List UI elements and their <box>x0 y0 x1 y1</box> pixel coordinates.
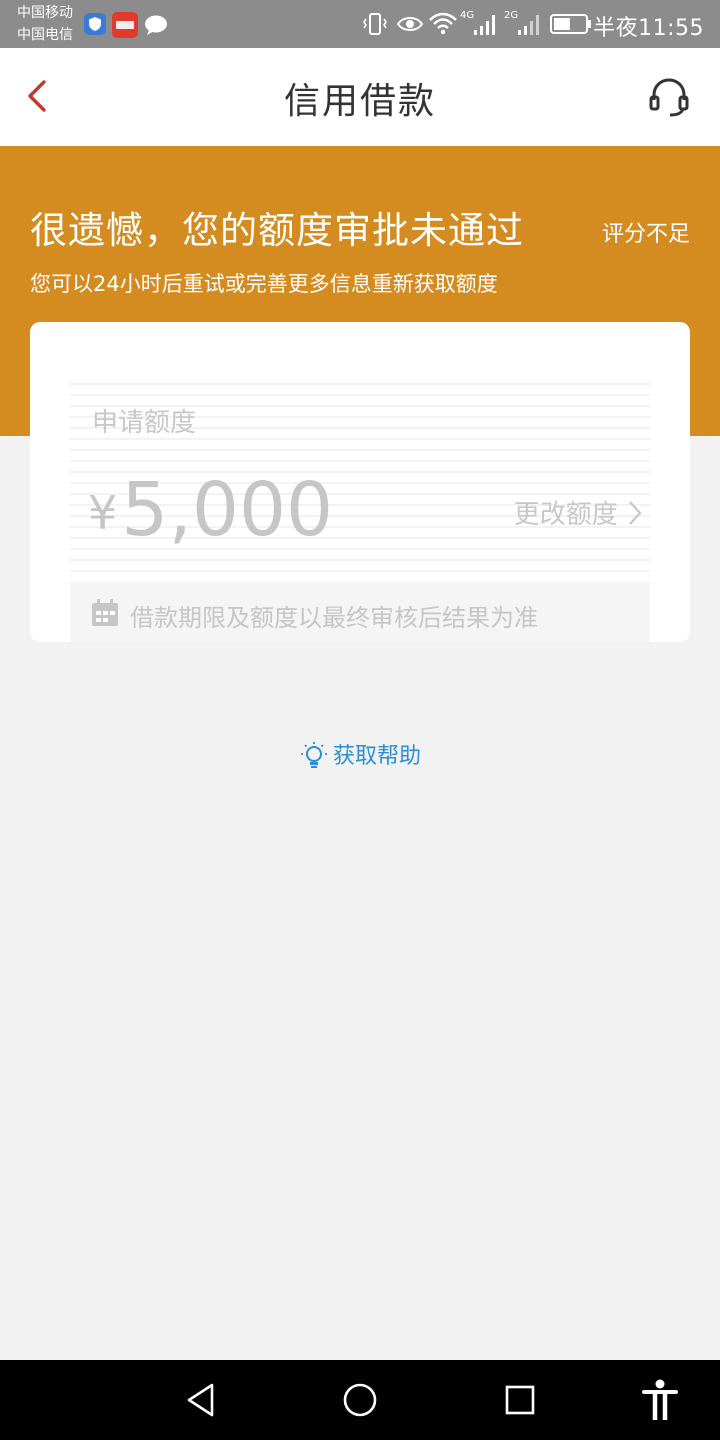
change-amount-label: 更改额度 <box>513 500 618 530</box>
get-help-link[interactable]: 获取帮助 <box>0 738 720 772</box>
vibrate-icon <box>363 13 387 35</box>
chevron-right-icon <box>629 501 642 525</box>
app-header: 信用借款 <box>0 48 720 146</box>
customer-service-headset-icon[interactable] <box>648 76 690 118</box>
amount-card: 申请额度 ¥5,000 更改额度 借款期限及额度以最终审核后结果为准 <box>30 322 690 642</box>
system-navigation-bar <box>0 1360 720 1440</box>
accessibility-icon[interactable] <box>640 1378 680 1422</box>
battery-icon <box>550 14 591 34</box>
status-bar: 中国移动 中国电信 4G 2G 半夜11:55 <box>0 0 720 48</box>
home-circle-icon[interactable] <box>342 1382 378 1418</box>
rejection-headline: 很遗憾，您的额度审批未通过 <box>30 209 524 252</box>
get-help-label: 获取帮助 <box>332 744 421 769</box>
amount-value: ¥5,000 <box>88 467 333 553</box>
lightbulb-icon <box>300 742 327 768</box>
review-note-text: 借款期限及额度以最终审核后结果为准 <box>130 604 538 632</box>
page-title: 信用借款 <box>283 81 436 122</box>
recent-apps-square-icon[interactable] <box>504 1382 536 1418</box>
toutiao-app-icon <box>112 12 138 38</box>
review-note: 借款期限及额度以最终审核后结果为准 <box>70 582 650 642</box>
rejection-reason: 评分不足 <box>601 222 690 247</box>
currency-symbol: ¥ <box>88 486 118 540</box>
wifi-icon <box>429 12 457 35</box>
amount-label: 申请额度 <box>92 408 197 438</box>
clock: 半夜11:55 <box>593 16 704 41</box>
back-triangle-icon[interactable] <box>184 1382 218 1418</box>
change-amount-link[interactable]: 更改额度 <box>514 494 644 531</box>
shield-app-icon <box>84 13 106 35</box>
message-icon <box>145 15 167 35</box>
amount-number: 5,000 <box>121 467 334 553</box>
eye-comfort-icon <box>396 17 424 31</box>
signal-icon-2 <box>518 15 539 35</box>
signal-icon-1 <box>474 15 495 35</box>
carrier-1: 中国移动 <box>17 5 73 21</box>
calendar-icon <box>92 599 118 626</box>
rejection-subtitle: 您可以24小时后重试或完善更多信息重新获取额度 <box>30 272 498 296</box>
carrier-2: 中国电信 <box>17 27 73 43</box>
